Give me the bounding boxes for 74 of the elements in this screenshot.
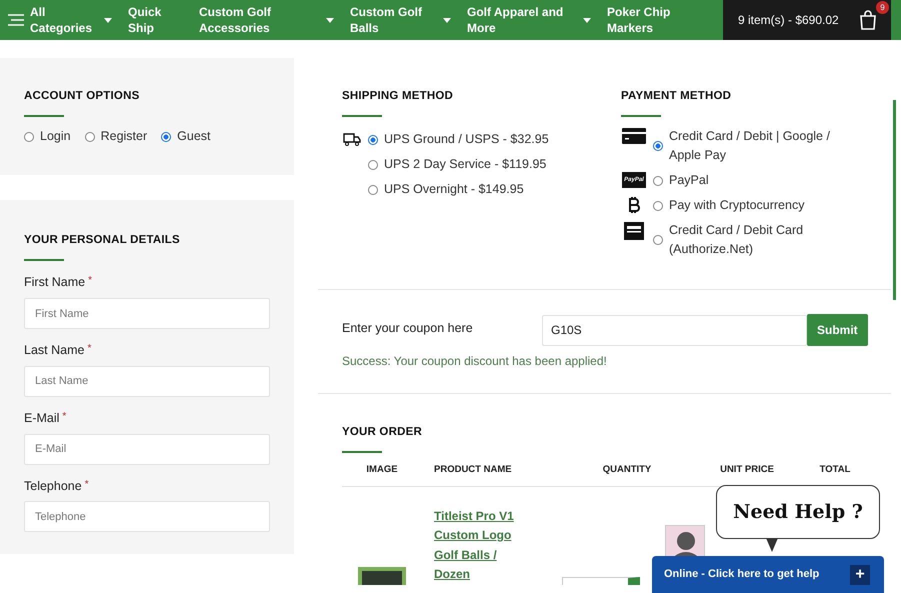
card-icon (622, 128, 646, 144)
radio-button[interactable] (653, 176, 663, 186)
quantity-field[interactable] (562, 576, 640, 584)
cart-bar[interactable]: 9 item(s) - $690.02 9 (723, 0, 891, 40)
radio-button[interactable] (161, 132, 172, 142)
hamburger-icon (8, 14, 24, 26)
column-header: UNIT PRICE (719, 463, 775, 478)
required-mark: * (87, 342, 92, 356)
radio-button[interactable] (368, 160, 378, 170)
column-header: PRODUCT NAME (433, 463, 513, 478)
option-label: UPS Ground / USPS - $32.95 (384, 131, 549, 148)
nav-link[interactable]: Custom Golf Balls (342, 0, 459, 40)
coupon-input-field[interactable]: G10S (542, 314, 807, 346)
text-input-field[interactable]: First Name (24, 298, 270, 329)
required-mark: * (62, 410, 66, 424)
heading-underline (342, 451, 382, 454)
cart-count-badge: 9 (876, 1, 889, 14)
chat-bar[interactable]: Online - Click here to get help + (652, 556, 884, 593)
truck-icon (342, 133, 362, 146)
heading-underline (24, 115, 64, 118)
text-input-field[interactable]: Telephone (24, 501, 270, 532)
need-help-bubble[interactable]: Need Help ? (716, 485, 880, 539)
radio-button[interactable] (368, 184, 378, 195)
product-image (358, 566, 406, 584)
radio-button[interactable] (653, 141, 663, 152)
success-message: Success: Your coupon discount has been applied! (342, 353, 608, 370)
text-input-field[interactable]: Last Name (24, 366, 270, 397)
option-label: Credit Card / Debit Card (Authorize.Net) (669, 222, 804, 258)
radio-button[interactable] (368, 134, 378, 145)
scrollbar[interactable] (893, 100, 896, 300)
section-title: SHIPPING METHOD (342, 89, 454, 104)
option-label: Guest (177, 128, 210, 146)
card-terminal-icon (624, 222, 644, 240)
cart-summary: 9 item(s) - $690.02 (738, 12, 839, 29)
option-label: Login (40, 128, 71, 146)
heading-underline (342, 115, 382, 118)
text-input-field[interactable]: E-Mail (24, 434, 270, 464)
radio-button[interactable] (653, 235, 663, 246)
required-mark: * (88, 274, 92, 288)
section-title: PAYMENT METHOD (621, 89, 732, 104)
required-mark: * (84, 478, 89, 492)
radio-button[interactable] (24, 132, 34, 142)
option-label: Credit Card / Debit | Google / Apple Pay (669, 128, 831, 164)
radio-button[interactable] (84, 132, 95, 142)
nav-link[interactable]: All Categories (0, 0, 120, 40)
field-label: E-Mail (24, 410, 60, 427)
nav-link[interactable]: Custom Golf Accessories (191, 0, 342, 40)
section-title: YOUR PERSONAL DETAILS (24, 233, 181, 248)
option-label: UPS Overnight - $149.95 (384, 181, 524, 198)
heading-underline (621, 115, 661, 118)
nav-link[interactable]: Quick Ship (120, 0, 191, 40)
option-label: Register (100, 128, 148, 146)
section-title: YOUR ORDER (342, 425, 423, 440)
chat-status-text: Online - Click here to get help (664, 567, 820, 582)
nav-link[interactable]: Poker Chip Markers (599, 0, 699, 40)
option-label: PayPal (669, 172, 710, 190)
section-title: ACCOUNT OPTIONS (24, 89, 140, 104)
option-label: Pay with Cryptocurrency (669, 197, 806, 214)
column-header: QUANTITY (602, 463, 652, 478)
product-link[interactable]: Titleist Pro V1 Custom Logo Golf Balls / Dozen (434, 506, 524, 584)
option-label: UPS 2 Day Service - $119.95 (384, 156, 546, 174)
radio-button[interactable] (653, 200, 663, 211)
expand-chat-button[interactable]: + (850, 564, 870, 584)
column-header: TOTAL (818, 463, 852, 478)
shopping-bag-icon[interactable] (858, 10, 877, 30)
field-label: Last Name (24, 342, 84, 359)
submit-button[interactable]: Submit (807, 314, 868, 346)
nav-link[interactable]: Golf Apparel and More (459, 0, 599, 40)
bitcoin-icon (627, 197, 641, 214)
field-label: First Name (24, 274, 86, 292)
column-header: IMAGE (365, 463, 399, 478)
coupon-label: Enter your coupon here (342, 320, 474, 337)
heading-underline (24, 259, 64, 262)
field-label: Telephone (24, 478, 82, 495)
